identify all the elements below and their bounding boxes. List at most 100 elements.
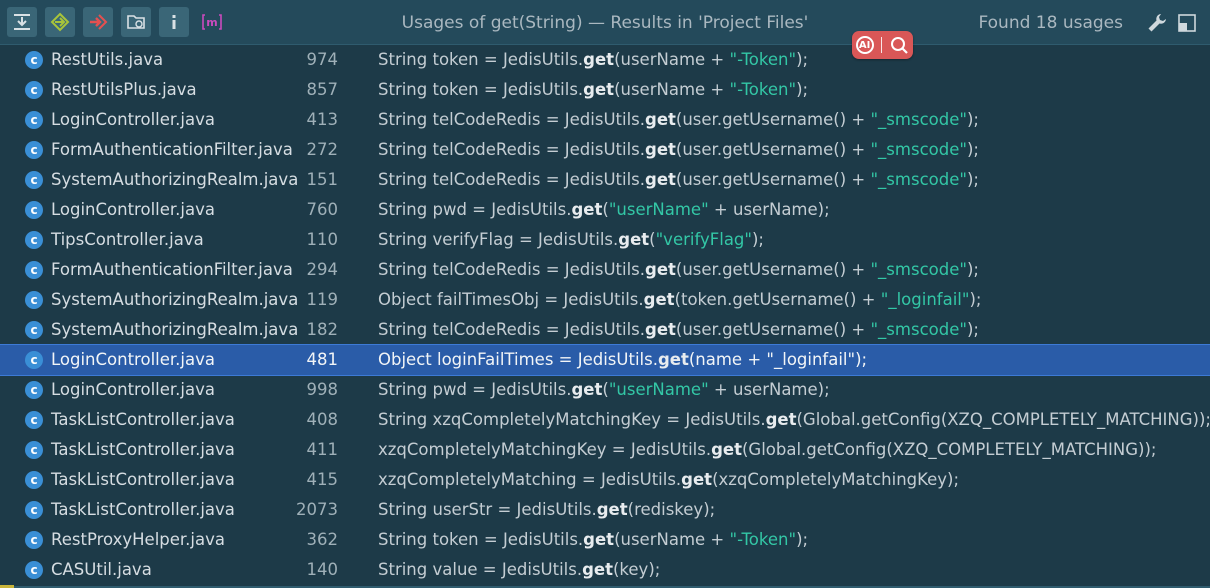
usage-line-number: 857 (306, 80, 339, 99)
usage-line-number: 294 (306, 260, 339, 279)
code-suffix: ); (969, 290, 982, 309)
usage-file-name: TaskListController.java (51, 440, 235, 459)
module-icon-letter: m (206, 16, 217, 29)
usage-code-snippet: String telCodeRedis = JedisUtils.get(use… (378, 165, 979, 195)
usage-row[interactable]: c SystemAuthorizingRealm.java 182 String te… (0, 315, 1210, 345)
java-class-icon: c (25, 261, 43, 279)
ai-assistant-badge[interactable]: AI (852, 31, 913, 59)
info-icon[interactable] (159, 7, 189, 37)
code-arguments: (xzqCompletelyMatchingKey); (712, 470, 960, 489)
code-suffix: ); (752, 230, 764, 249)
code-method-match: get (618, 230, 650, 249)
code-arguments: (Global.getConfig(XZQ_COMPLETELY_MATCHIN… (796, 410, 1210, 429)
usage-file-name: LoginController.java (51, 380, 215, 399)
usage-code-snippet: String verifyFlag = JedisUtils.get("veri… (378, 225, 764, 255)
code-arguments: (token.getUsername() + (674, 290, 881, 309)
java-class-icon: c (25, 141, 43, 159)
code-suffix: ); (796, 50, 809, 69)
usage-file-name: LoginController.java (51, 110, 215, 129)
java-class-icon: c (25, 471, 43, 489)
usage-row[interactable]: c FormAuthenticationFilter.java 294 String … (0, 255, 1210, 285)
code-prefix: String value = JedisUtils. (378, 560, 583, 579)
expand-all-icon[interactable] (7, 7, 37, 37)
group-by-icon[interactable] (121, 7, 151, 37)
usage-file-name: TipsController.java (51, 230, 204, 249)
code-method-match: get (643, 290, 675, 309)
usage-code-snippet: Object loginFailTimes = JedisUtils.get(n… (378, 345, 867, 375)
usage-row[interactable]: c SystemAuthorizingRealm.java 119 Object fa… (0, 285, 1210, 315)
code-string-literal: "_smscode" (870, 170, 967, 189)
ai-icon[interactable]: AI (855, 36, 874, 54)
code-method-match: get (645, 140, 676, 159)
usage-file-name: FormAuthenticationFilter.java (51, 140, 293, 159)
usage-row[interactable]: c TipsController.java 110 String verifyFlag… (0, 225, 1210, 255)
usage-row[interactable]: c SystemAuthorizingRealm.java 151 String te… (0, 165, 1210, 195)
code-method-match: get (711, 440, 742, 459)
java-class-icon: c (25, 321, 43, 339)
code-string-literal: "_loginfail" (766, 350, 856, 369)
usage-file-name: RestProxyHelper.java (51, 530, 225, 549)
code-method-match: get (583, 530, 615, 549)
usage-code-snippet: String telCodeRedis = JedisUtils.get(use… (378, 315, 979, 345)
java-class-icon: c (25, 381, 43, 399)
usage-line-number: 140 (306, 560, 339, 579)
usage-code-snippet: String telCodeRedis = JedisUtils.get(use… (378, 255, 979, 285)
usage-row[interactable]: c TaskListController.java 2073 String userS… (0, 495, 1210, 525)
usage-file-name: FormAuthenticationFilter.java (51, 260, 293, 279)
code-suffix: ); (966, 170, 979, 189)
usage-row[interactable]: c LoginController.java 760 String pwd = Jed… (0, 195, 1210, 225)
usage-row[interactable]: c RestUtils.java 974 String token = JedisUt… (0, 45, 1210, 75)
usage-code-snippet: String pwd = JedisUtils.get("userName" +… (378, 195, 830, 225)
code-method-match: get (583, 50, 615, 69)
restore-window-icon[interactable] (1177, 13, 1197, 33)
code-suffix: ); (796, 530, 809, 549)
usage-row[interactable]: c RestUtilsPlus.java 857 String token = Jed… (0, 75, 1210, 105)
module-icon[interactable]: m (197, 7, 227, 37)
usage-row[interactable]: c RestProxyHelper.java 362 String token = J… (0, 525, 1210, 555)
usage-code-snippet: Object failTimesObj = JedisUtils.get(tok… (378, 285, 981, 315)
code-arguments: (user.getUsername() + (675, 260, 871, 279)
usage-code-snippet: String value = JedisUtils.get(key); (378, 555, 660, 585)
code-arguments: (userName + (614, 80, 730, 99)
code-suffix: ); (796, 80, 809, 99)
code-string-literal: "_loginfail" (880, 290, 970, 309)
usage-line-number: 998 (306, 380, 339, 399)
usage-row[interactable]: c LoginController.java 413 String telCodeRe… (0, 105, 1210, 135)
java-class-icon: c (25, 291, 43, 309)
java-class-icon: c (25, 201, 43, 219)
usage-code-snippet: String token = JedisUtils.get(userName +… (378, 525, 808, 555)
usage-line-number: 151 (306, 170, 339, 189)
usage-code-snippet: String pwd = JedisUtils.get("userName" +… (378, 375, 830, 405)
java-class-icon: c (25, 441, 43, 459)
usage-row[interactable]: c LoginController.java 481 Object loginFail… (0, 344, 1210, 376)
usage-row[interactable]: c FormAuthenticationFilter.java 272 String … (0, 135, 1210, 165)
usages-list: c RestUtils.java 974 String token = JedisUt… (0, 45, 1210, 585)
next-occurrence-icon[interactable] (83, 7, 113, 37)
code-string-literal: "_smscode" (870, 110, 967, 129)
usage-code-snippet: String userStr = JedisUtils.get(rediskey… (378, 495, 715, 525)
usage-row[interactable]: c TaskListController.java 415 xzqCompletely… (0, 465, 1210, 495)
usage-line-number: 119 (306, 290, 339, 309)
code-method-match: get (765, 410, 797, 429)
code-prefix: String telCodeRedis = JedisUtils. (378, 110, 646, 129)
code-arguments: (userName + (614, 530, 730, 549)
code-prefix: String verifyFlag = JedisUtils. (378, 230, 619, 249)
java-class-icon: c (25, 81, 43, 99)
usage-line-number: 481 (306, 350, 339, 369)
usage-file-name: SystemAuthorizingRealm.java (51, 290, 299, 309)
code-string-literal: "_smscode" (870, 320, 967, 339)
code-suffix: + userName); (708, 200, 830, 219)
usage-row[interactable]: c TaskListController.java 411 xzqCompletely… (0, 435, 1210, 465)
previous-occurrence-icon[interactable] (45, 7, 75, 37)
usage-file-name: SystemAuthorizingRealm.java (51, 170, 299, 189)
usage-row[interactable]: c CASUtil.java 140 String value = JedisUtil… (0, 555, 1210, 585)
search-icon[interactable] (889, 35, 909, 55)
usage-row[interactable]: c TaskListController.java 408 String xzqCom… (0, 405, 1210, 435)
java-class-icon: c (25, 351, 43, 369)
code-prefix: xzqCompletelyMatching = JedisUtils. (378, 470, 682, 489)
java-class-icon: c (25, 51, 43, 69)
code-method-match: get (596, 500, 628, 519)
settings-wrench-icon[interactable] (1146, 12, 1168, 34)
code-prefix: xzqCompletelyMatchingKey = JedisUtils. (378, 440, 712, 459)
usage-row[interactable]: c LoginController.java 998 String pwd = Jed… (0, 375, 1210, 405)
